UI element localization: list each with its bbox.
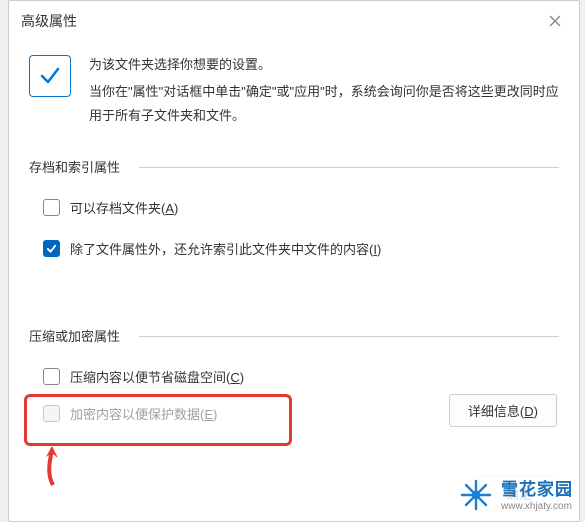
close-icon[interactable] bbox=[543, 9, 567, 33]
compress-encrypt-group: 压缩或加密属性 压缩内容以便节省磁盘空间(C) 加密内容以便保护数据(E) 详细… bbox=[29, 318, 559, 429]
checkmark-icon bbox=[29, 55, 71, 97]
watermark-brand: 雪花家园 bbox=[501, 480, 573, 500]
archive-checkbox-row[interactable]: 可以存档文件夹(A) bbox=[29, 192, 559, 223]
header-section: 为该文件夹选择你想要的设置。 当你在"属性"对话框中单击"确定"或"应用"时，系… bbox=[9, 37, 579, 139]
archive-index-group: 存档和索引属性 可以存档文件夹(A) 除了文件属性外，还允许索引此文件夹中文件的… bbox=[29, 149, 559, 264]
advanced-attributes-dialog: 高级属性 为该文件夹选择你想要的设置。 当你在"属性"对话框中单击"确定"或"应… bbox=[8, 0, 580, 522]
header-line2: 当你在"属性"对话框中单击"确定"或"应用"时，系统会询问你是否将这些更改同时应… bbox=[89, 80, 559, 129]
checkbox-icon[interactable] bbox=[43, 199, 60, 216]
watermark-url: www.xhjaty.com bbox=[501, 501, 573, 513]
header-text: 为该文件夹选择你想要的设置。 当你在"属性"对话框中单击"确定"或"应用"时，系… bbox=[89, 53, 559, 131]
encrypt-checkbox-row: 加密内容以便保护数据(E) bbox=[29, 398, 217, 429]
compress-label: 压缩内容以便节省磁盘空间(C) bbox=[70, 367, 244, 386]
checkbox-icon bbox=[43, 405, 60, 422]
group2-label: 压缩或加密属性 bbox=[29, 326, 559, 345]
watermark: 雪花家园 www.xhjaty.com bbox=[455, 476, 577, 517]
encrypt-label: 加密内容以便保护数据(E) bbox=[70, 404, 217, 423]
dialog-title: 高级属性 bbox=[21, 11, 77, 31]
watermark-text: 雪花家园 www.xhjaty.com bbox=[501, 480, 573, 512]
index-checkbox-row[interactable]: 除了文件属性外，还允许索引此文件夹中文件的内容(I) bbox=[29, 233, 559, 264]
index-label: 除了文件属性外，还允许索引此文件夹中文件的内容(I) bbox=[70, 239, 381, 258]
titlebar: 高级属性 bbox=[9, 1, 579, 37]
details-button[interactable]: 详细信息(D) bbox=[449, 394, 557, 427]
checkbox-icon[interactable] bbox=[43, 368, 60, 385]
snowflake-icon bbox=[459, 478, 493, 515]
header-line1: 为该文件夹选择你想要的设置。 bbox=[89, 53, 559, 78]
archive-label: 可以存档文件夹(A) bbox=[70, 198, 178, 217]
compress-checkbox-row[interactable]: 压缩内容以便节省磁盘空间(C) bbox=[29, 361, 559, 392]
checkbox-icon[interactable] bbox=[43, 240, 60, 257]
group1-label: 存档和索引属性 bbox=[29, 157, 559, 176]
